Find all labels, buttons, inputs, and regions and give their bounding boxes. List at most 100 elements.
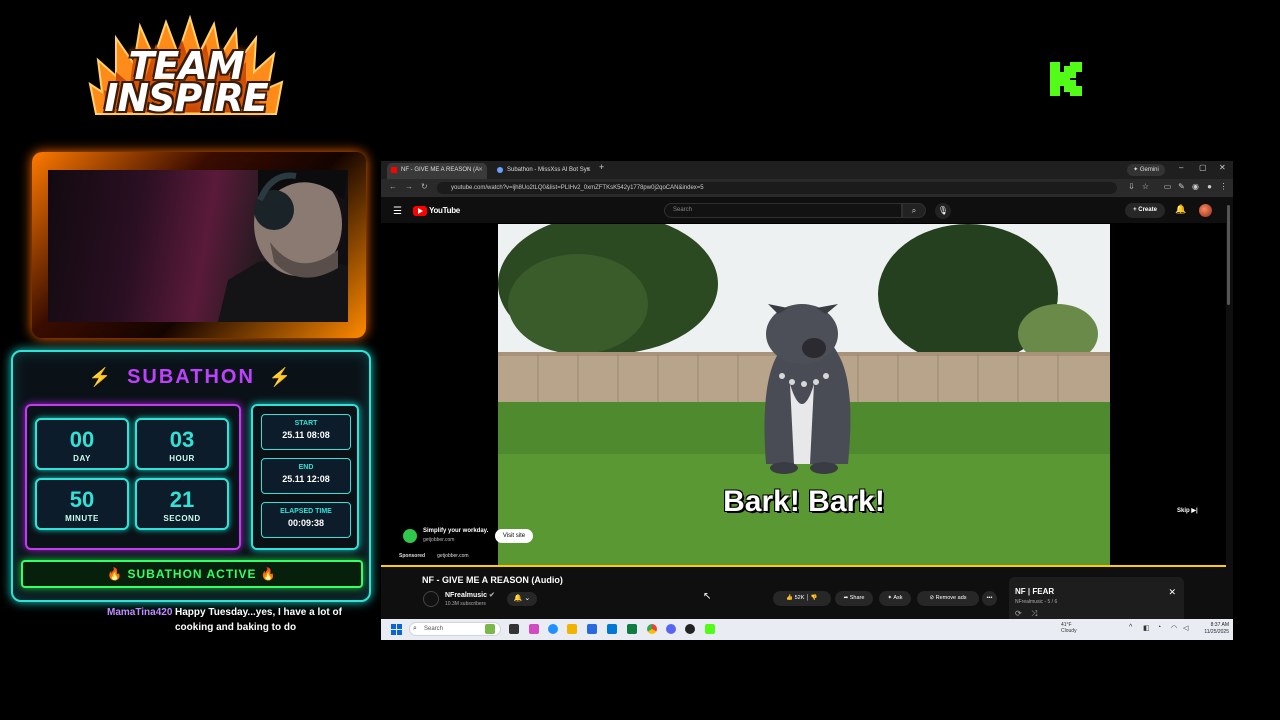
obs-icon[interactable] xyxy=(685,624,695,634)
windows-start-icon[interactable] xyxy=(391,624,402,635)
create-button[interactable]: + Create xyxy=(1125,203,1165,218)
tab-bar: NF - GIVE ME A REASON (A ✕ Subathon - Mi… xyxy=(381,161,1233,179)
verified-icon: ✔ xyxy=(488,592,495,599)
page-scrollbar[interactable] xyxy=(1226,201,1231,619)
shuffle-icon[interactable]: ⤨ xyxy=(1031,609,1037,619)
account-avatar[interactable] xyxy=(1199,204,1212,217)
ad-overlay: Simplify your workday. getjobber.com Vis… xyxy=(399,525,537,549)
url-field[interactable]: youtube.com/watch?v=ljh8Uo2tLQ0&list=PLI… xyxy=(437,182,1117,194)
elapsed-value: 00:09:38 xyxy=(287,518,325,528)
visit-site-button[interactable]: Visit site xyxy=(495,529,533,543)
volume-icon[interactable]: ◁ xyxy=(1183,624,1188,632)
back-icon[interactable]: ← xyxy=(389,182,397,191)
tab-youtube-title: NF - GIVE ME A REASON (A xyxy=(401,167,480,173)
close-window-icon[interactable]: ✕ xyxy=(1219,163,1226,172)
forward-icon[interactable]: → xyxy=(405,182,413,191)
scrollbar-thumb[interactable] xyxy=(1227,205,1230,305)
file-explorer-icon[interactable] xyxy=(567,624,577,634)
bookmark-star-icon[interactable]: ☆ xyxy=(1141,182,1150,191)
store-icon[interactable] xyxy=(587,624,597,634)
tray-shield-icon[interactable]: ◔ xyxy=(1157,624,1161,631)
task-view-icon[interactable] xyxy=(509,624,519,634)
start-value: 25.11 08:08 xyxy=(282,430,330,440)
thumbs-up-icon[interactable]: 👍 xyxy=(786,595,793,601)
playlist-subtitle: NFrealmusic - 5 / 6 xyxy=(1015,599,1058,605)
timer-minute: 50 MINUTE xyxy=(35,478,129,530)
profile-icon[interactable]: ● xyxy=(1205,182,1214,191)
elapsed-label: ELAPSED TIME xyxy=(280,508,332,515)
browser-window: NF - GIVE ME A REASON (A ✕ Subathon - Mi… xyxy=(381,161,1233,640)
like-dislike-group[interactable]: 👍 52K │ 👎 xyxy=(773,591,831,606)
subscriber-count: 10.3M subscribers xyxy=(445,601,486,607)
no-ads-icon: ⊘ xyxy=(929,595,935,601)
search-icon[interactable]: ⌕ xyxy=(902,203,926,218)
notifications-bell-icon[interactable]: 🔔 xyxy=(1175,204,1186,215)
ext-avatar-icon[interactable]: ◉ xyxy=(1191,182,1200,191)
tray-app-icon[interactable]: ◧ xyxy=(1143,624,1150,632)
channel-avatar[interactable] xyxy=(423,591,439,607)
countdown-timer: 00 DAY 03 HOUR 50 MINUTE 21 SECOND xyxy=(25,404,241,550)
video-details: NF - GIVE ME A REASON (Audio) NFrealmusi… xyxy=(381,567,1226,623)
microphone-icon[interactable]: 🎙 xyxy=(935,203,951,219)
tab-youtube[interactable]: NF - GIVE ME A REASON (A ✕ xyxy=(387,163,487,179)
kick-app-icon[interactable] xyxy=(705,624,715,634)
close-tab-icon[interactable]: ✕ xyxy=(478,163,483,177)
sparkle-icon: ✦ xyxy=(887,595,893,601)
video-title: NF - GIVE ME A REASON (Audio) xyxy=(422,575,563,585)
thumbs-down-icon[interactable]: 👎 xyxy=(811,595,818,601)
more-actions-button[interactable]: ••• xyxy=(982,591,997,606)
video-player[interactable]: Bark! Bark! Simplify your workday. getjo… xyxy=(381,223,1226,567)
youtube-logo[interactable]: YouTube xyxy=(413,206,460,218)
ask-button[interactable]: ✦ Ask xyxy=(879,591,911,606)
cast-icon[interactable]: ▭ xyxy=(1163,182,1172,191)
webcam-feed xyxy=(48,170,348,322)
remove-ads-button[interactable]: ⊘ Remove ads xyxy=(917,591,979,606)
team-inspire-logo: TEAM INSPIRE xyxy=(86,14,286,124)
video-caption-text: Bark! Bark! xyxy=(723,485,885,518)
skip-ad-button[interactable]: Skip ▶| xyxy=(1177,507,1198,514)
minimize-icon[interactable]: – xyxy=(1179,163,1183,172)
start-label: START xyxy=(294,420,318,427)
excel-icon[interactable] xyxy=(627,624,637,634)
system-clock[interactable]: 8:37 AM 11/25/2025 xyxy=(1197,622,1229,636)
channel-name[interactable]: NFrealmusic ✔ xyxy=(445,591,495,599)
timer-day: 00 DAY xyxy=(35,418,129,470)
playlist-panel: NF | FEAR NFrealmusic - 5 / 6 ✕ ⟳ ⤨ xyxy=(1009,577,1184,623)
hamburger-menu-icon[interactable]: ☰ xyxy=(393,206,402,217)
edge-icon[interactable] xyxy=(548,624,558,634)
discord-icon[interactable] xyxy=(666,624,676,634)
kebab-menu-icon[interactable]: ⋮ xyxy=(1219,182,1228,191)
subscribed-bell-button[interactable]: 🔔 ⌄ xyxy=(507,592,537,606)
reload-icon[interactable]: ↻ xyxy=(421,182,428,191)
search-icon: ⌕ xyxy=(413,625,417,632)
share-button[interactable]: ➦ Share xyxy=(835,591,873,606)
close-tab-icon[interactable]: ✕ xyxy=(586,163,591,177)
chevron-up-icon[interactable]: ^ xyxy=(1129,624,1132,631)
app-icon[interactable] xyxy=(529,624,539,634)
wifi-icon[interactable]: ◠ xyxy=(1171,624,1177,632)
widget-icon[interactable] xyxy=(485,624,495,634)
loop-icon[interactable]: ⟳ xyxy=(1015,609,1022,618)
timer-minute-value: 50 xyxy=(69,487,95,512)
weather-widget[interactable]: 41°F Cloudy xyxy=(1061,622,1077,634)
extensions-icon[interactable]: ✎ xyxy=(1177,182,1186,191)
outlook-icon[interactable] xyxy=(607,624,617,634)
new-tab-button[interactable]: + xyxy=(599,162,604,172)
playlist-title[interactable]: NF | FEAR xyxy=(1015,587,1054,596)
ad-domain: getjobber.com xyxy=(423,537,455,543)
maximize-icon[interactable]: ▢ xyxy=(1199,163,1207,172)
close-icon[interactable]: ✕ xyxy=(1168,587,1176,598)
timer-day-label: DAY xyxy=(73,454,91,463)
chrome-icon[interactable] xyxy=(647,624,657,634)
clock-date: 11/25/2025 xyxy=(1204,629,1229,635)
tab-subathon[interactable]: Subathon - MissXss AI Bot Sys ✕ xyxy=(493,163,595,179)
gemini-button[interactable]: ✦ Gemini xyxy=(1127,164,1165,176)
timer-minute-label: MINUTE xyxy=(65,514,99,523)
timer-second-label: SECOND xyxy=(163,514,201,523)
sponsored-domain[interactable]: getjobber.com xyxy=(437,553,468,559)
sponsored-text: Sponsored xyxy=(399,553,426,559)
install-icon[interactable]: ⇩ xyxy=(1127,182,1136,191)
search-input[interactable]: Search xyxy=(664,203,902,218)
like-count: 52K xyxy=(794,595,805,601)
timer-hour: 03 HOUR xyxy=(135,418,229,470)
